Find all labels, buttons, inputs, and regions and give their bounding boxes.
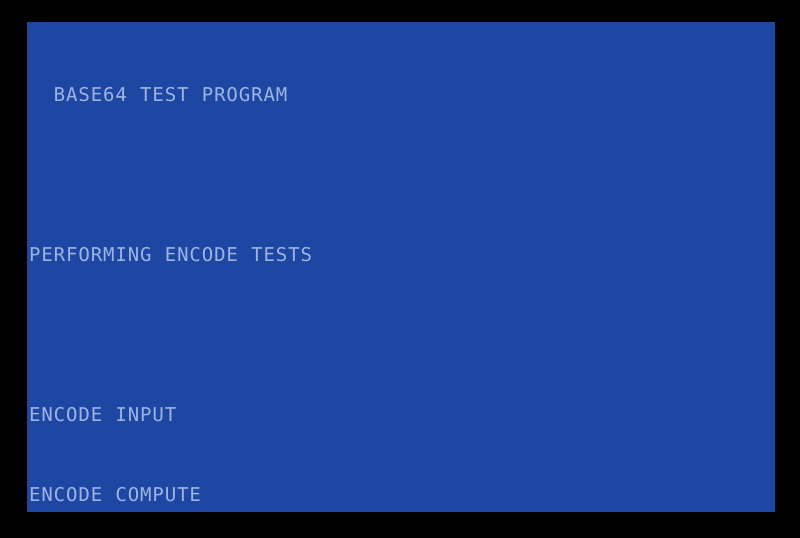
console-line-title: BASE64 TEST PROGRAM: [29, 84, 289, 106]
console-line-encode-input: ENCODE INPUT: [29, 404, 178, 426]
console-line-encode-compute: ENCODE COMPUTE: [29, 484, 202, 506]
terminal-screen[interactable]: BASE64 TEST PROGRAM PERFORMING ENCODE TE…: [27, 22, 775, 512]
console-line-encode-header: PERFORMING ENCODE TESTS: [29, 244, 313, 266]
console-line-blank: [27, 165, 775, 185]
emulator-window: BASE64 TEST PROGRAM PERFORMING ENCODE TE…: [0, 0, 800, 538]
console-output: BASE64 TEST PROGRAM PERFORMING ENCODE TE…: [27, 25, 775, 512]
console-line-blank: [27, 325, 775, 345]
